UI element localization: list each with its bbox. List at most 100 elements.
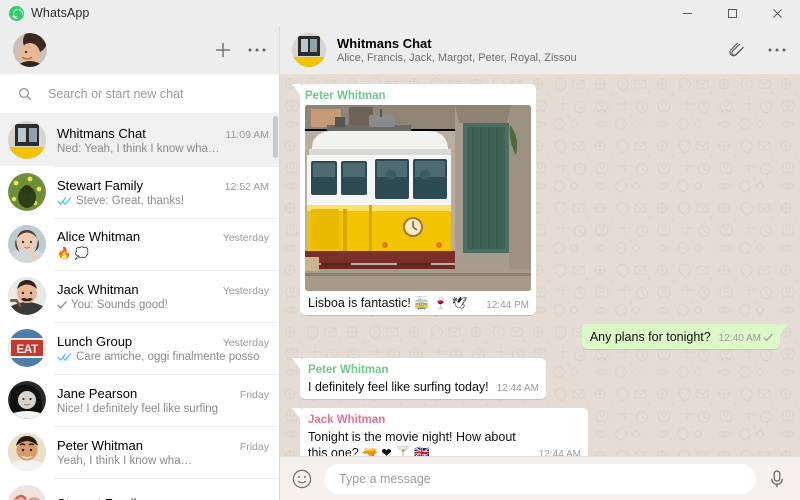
chat-list-item[interactable]: Stewart FamilyFriday [0, 478, 279, 500]
chat-item-name: Jane Pearson [57, 385, 138, 401]
chat-list-item[interactable]: Stewart Family 12:52 AM Steve: Great, than… [0, 166, 279, 218]
chat-header-actions [728, 41, 786, 59]
chat-list-item[interactable]: Whitmans Chat 11:09 AM Ned: Yeah, I think … [0, 114, 279, 166]
chat-list[interactable]: Whitmans Chat 11:09 AM Ned: Yeah, I think … [0, 114, 279, 500]
contact-avatar [8, 277, 46, 315]
chat-item-bottom: Care amiche, oggi finalmente posso [57, 351, 269, 363]
search-input[interactable] [48, 86, 269, 101]
chat-item-name: Stewart Family [57, 177, 143, 193]
message-input[interactable] [324, 463, 756, 494]
chat-item-preview: 🔥 💭 [57, 247, 89, 260]
chat-item-bottom: Nice! I definitely feel like surfing [57, 403, 269, 415]
read-receipt-icon [57, 352, 72, 362]
mic-button[interactable] [768, 469, 786, 489]
photo-message-bubble[interactable]: Peter Whitman Lisboa is fantastic! 🚋 🍷 🕊 1… [300, 84, 536, 315]
message-list: Peter Whitman Lisboa is fantastic! 🚋 🍷 🕊 1… [300, 84, 780, 456]
chat-item-preview: Nice! I definitely feel like surfing [57, 402, 219, 415]
paperclip-icon [729, 42, 744, 57]
maximize-icon [728, 8, 737, 18]
chat-item-body: Peter Whitman Friday Yeah, I think I know … [57, 438, 269, 467]
sidebar-header [0, 26, 279, 74]
chat-item-bottom: Ned: Yeah, I think I know wha… [57, 143, 269, 155]
message-sender: Peter Whitman [305, 90, 386, 102]
minimize-icon [683, 12, 692, 14]
title-bar: WhatsApp [0, 0, 800, 26]
emoji-button[interactable] [292, 469, 312, 489]
whatsapp-logo-icon [9, 5, 24, 21]
sidebar-scrollbar-thumb[interactable] [273, 116, 278, 158]
message-area[interactable]: Peter Whitman Lisboa is fantastic! 🚋 🍷 🕊 1… [280, 74, 800, 456]
chat-item-time: 12:52 AM [224, 180, 269, 193]
chat-item-bottom: Steve: Great, thanks! [57, 195, 269, 207]
chat-item-top: Stewart FamilyFriday [57, 496, 269, 500]
tram-photo-image [305, 105, 531, 291]
attach-button[interactable] [728, 41, 746, 59]
chat-item-body: Whitmans Chat 11:09 AM Ned: Yeah, I think … [57, 126, 269, 155]
sent-receipt-icon [57, 300, 67, 310]
caption-emoji: 🚋 🍷 🕊 [414, 296, 468, 310]
photo-caption: Lisboa is fantastic! 🚋 🍷 🕊 12:44 PM [305, 291, 531, 311]
chat-item-preview: Steve: Great, thanks! [76, 194, 185, 207]
svg-text:EAT: EAT [16, 342, 39, 356]
chat-item-name: Jack Whitman [57, 281, 139, 297]
message-text: Any plans for tonight? [589, 330, 711, 344]
chat-item-body: Jack Whitman Yesterday You: Sounds good! [57, 282, 269, 311]
message-meta: 12:40 AM [719, 333, 773, 345]
chat-menu-button[interactable] [768, 47, 786, 53]
chat-item-bottom: Yeah, I think I know wha… [57, 455, 269, 467]
chat-item-preview: Yeah, I think I know wha… [57, 454, 193, 467]
search-icon [18, 87, 32, 101]
message-line: Any plans for tonight? 12:40 AM [590, 329, 773, 345]
minimize-button[interactable] [665, 0, 710, 26]
profile-avatar[interactable] [13, 33, 47, 67]
chat-item-body: Alice Whitman Yesterday 🔥 💭 [57, 229, 269, 260]
chat-list-item[interactable]: Peter Whitman Friday Yeah, I think I know … [0, 426, 279, 478]
overflow-menu-icon [768, 48, 786, 52]
chat-item-time: Friday [239, 388, 269, 401]
window-body: Whitmans Chat 11:09 AM Ned: Yeah, I think … [0, 26, 800, 500]
maximize-button[interactable] [710, 0, 755, 26]
message-line: I definitely feel like surfing today! 12:… [308, 379, 539, 395]
text-message-bubble[interactable]: Peter Whitman I definitely feel like surf… [300, 358, 546, 399]
chat-list-item[interactable]: Jack Whitman Yesterday You: Sounds good! [0, 270, 279, 322]
contact-avatar [8, 381, 46, 419]
message-text: Lisboa is fantastic! 🚋 🍷 🕊 [308, 296, 468, 310]
message-row: Jack Whitman Tonight is the movie night! … [300, 408, 780, 456]
sidebar-actions [214, 41, 266, 59]
chat-item-preview: Care amiche, oggi finalmente posso [76, 350, 260, 363]
chat-item-name: Stewart Family [57, 496, 143, 500]
chat-header[interactable]: Whitmans Chat Alice, Francis, Jack, Marg… [280, 26, 800, 74]
text-message-bubble[interactable]: Any plans for tonight? 12:40 AM [581, 324, 780, 349]
search-bar[interactable] [0, 74, 279, 114]
contact-avatar [8, 485, 46, 500]
chat-list-item[interactable]: Alice Whitman Yesterday 🔥 💭 [0, 218, 279, 270]
contact-avatar [8, 225, 46, 263]
message-row: Peter Whitman Lisboa is fantastic! 🚋 🍷 🕊 1… [300, 84, 780, 315]
message-row: Any plans for tonight? 12:40 AM [300, 324, 780, 349]
app-brand: WhatsApp [0, 5, 89, 21]
chat-item-name: Whitmans Chat [57, 125, 146, 141]
new-chat-button[interactable] [214, 41, 232, 59]
chat-avatar[interactable] [292, 33, 326, 67]
chat-item-name: Lunch Group [57, 333, 133, 349]
composer [280, 456, 800, 500]
sidebar-menu-button[interactable] [248, 47, 266, 53]
chat-item-preview: Ned: Yeah, I think I know wha… [57, 142, 220, 155]
chat-list-item[interactable]: EAT Lunch Group Yesterday Care amiche, oggi… [0, 322, 279, 374]
chat-item-name: Peter Whitman [57, 437, 143, 453]
chat-item-top: Jane Pearson Friday [57, 386, 269, 401]
message-text: I definitely feel like surfing today! [308, 380, 489, 394]
chat-title: Whitmans Chat [337, 35, 432, 51]
chat-item-preview: You: Sounds good! [71, 298, 168, 311]
close-button[interactable] [755, 0, 800, 26]
contact-avatar [8, 433, 46, 471]
text-message-bubble[interactable]: Jack Whitman Tonight is the movie night! … [300, 408, 588, 456]
microphone-icon [771, 469, 783, 487]
contact-avatar: EAT [8, 329, 46, 367]
chat-item-body: Jane Pearson Friday Nice! I definitely fee… [57, 386, 269, 415]
chat-item-time: Yesterday [222, 336, 269, 349]
message-meta: 12:44 AM [496, 383, 539, 394]
chat-item-top: Peter Whitman Friday [57, 438, 269, 453]
message-row: Peter Whitman I definitely feel like surf… [300, 358, 780, 399]
chat-list-item[interactable]: Jane Pearson Friday Nice! I definitely fee… [0, 374, 279, 426]
